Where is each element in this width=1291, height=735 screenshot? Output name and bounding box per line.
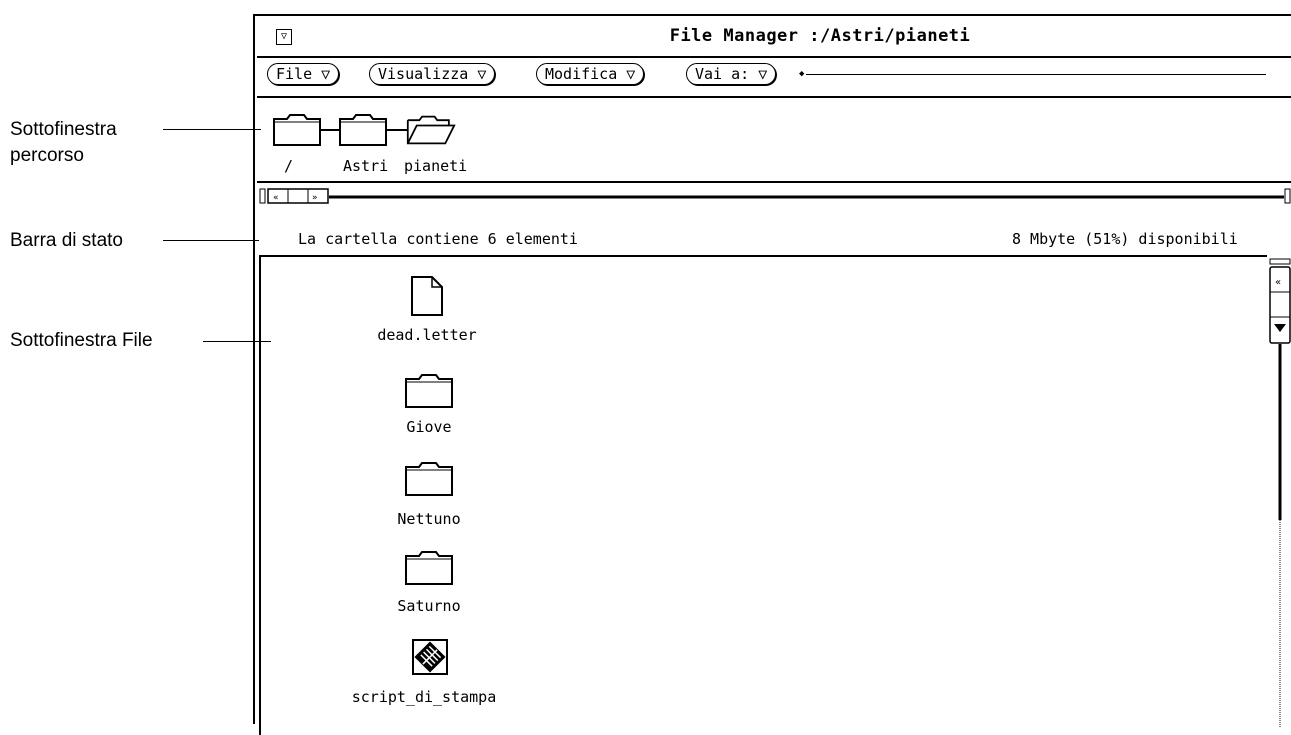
path-label-astri[interactable]: Astri (343, 157, 388, 175)
window-title: File Manager :/Astri/pianeti (669, 26, 971, 46)
callout-path-pane-line1: Sottofinestra (10, 119, 117, 140)
menu-vai-a-button[interactable]: Vai a: ▽ (686, 63, 777, 85)
window-border (262, 14, 1282, 16)
svg-text:»: » (312, 193, 318, 203)
leader-line (163, 240, 259, 241)
path-label-pianeti[interactable]: pianeti (404, 157, 467, 175)
folder-icon[interactable] (404, 550, 454, 586)
status-free-space: 8 Mbyte (51%) disponibili (1012, 230, 1238, 248)
file-name-label: Giove (406, 418, 452, 436)
callout-file-pane: Sottofinestra File (10, 330, 153, 351)
folder-open-icon[interactable] (406, 113, 456, 147)
callout-status-bar: Barra di stato (10, 230, 123, 251)
document-icon[interactable] (410, 275, 444, 317)
file-name-label: Nettuno (397, 510, 461, 528)
script-icon[interactable] (412, 639, 448, 675)
window-menu-button[interactable]: ▽ (276, 29, 292, 45)
menu-file-button[interactable]: File ▽ (267, 63, 340, 85)
folder-icon[interactable] (404, 373, 454, 409)
menu-visualizza-button[interactable]: Visualizza ▽ (369, 63, 496, 85)
folder-icon[interactable] (404, 461, 454, 497)
status-item-count: La cartella contiene 6 elementi (298, 230, 578, 248)
leader-line (163, 129, 261, 130)
svg-text:«: « (273, 193, 279, 203)
folder-closed-icon[interactable] (272, 113, 322, 147)
text-caret-icon: ◆ (799, 69, 805, 79)
window-resize-corner[interactable] (1281, 14, 1291, 25)
path-connector (321, 129, 339, 131)
file-name-label: script_di_stampa (351, 688, 497, 706)
horizontal-scrollbar[interactable]: « » (259, 188, 1291, 204)
title-separator (257, 56, 1291, 58)
path-connector (387, 129, 407, 131)
callout-path-pane-line2: percorso (10, 145, 84, 166)
goto-path-input[interactable] (806, 74, 1266, 75)
vertical-scrollbar[interactable]: « (1267, 258, 1291, 728)
svg-text:«: « (1275, 277, 1281, 288)
menu-modifica-button[interactable]: Modifica ▽ (536, 63, 645, 85)
file-name-label: Saturno (397, 597, 461, 615)
folder-closed-icon[interactable] (338, 113, 388, 147)
path-label-root[interactable]: / (284, 157, 293, 175)
file-name-label: dead.letter (377, 326, 477, 344)
